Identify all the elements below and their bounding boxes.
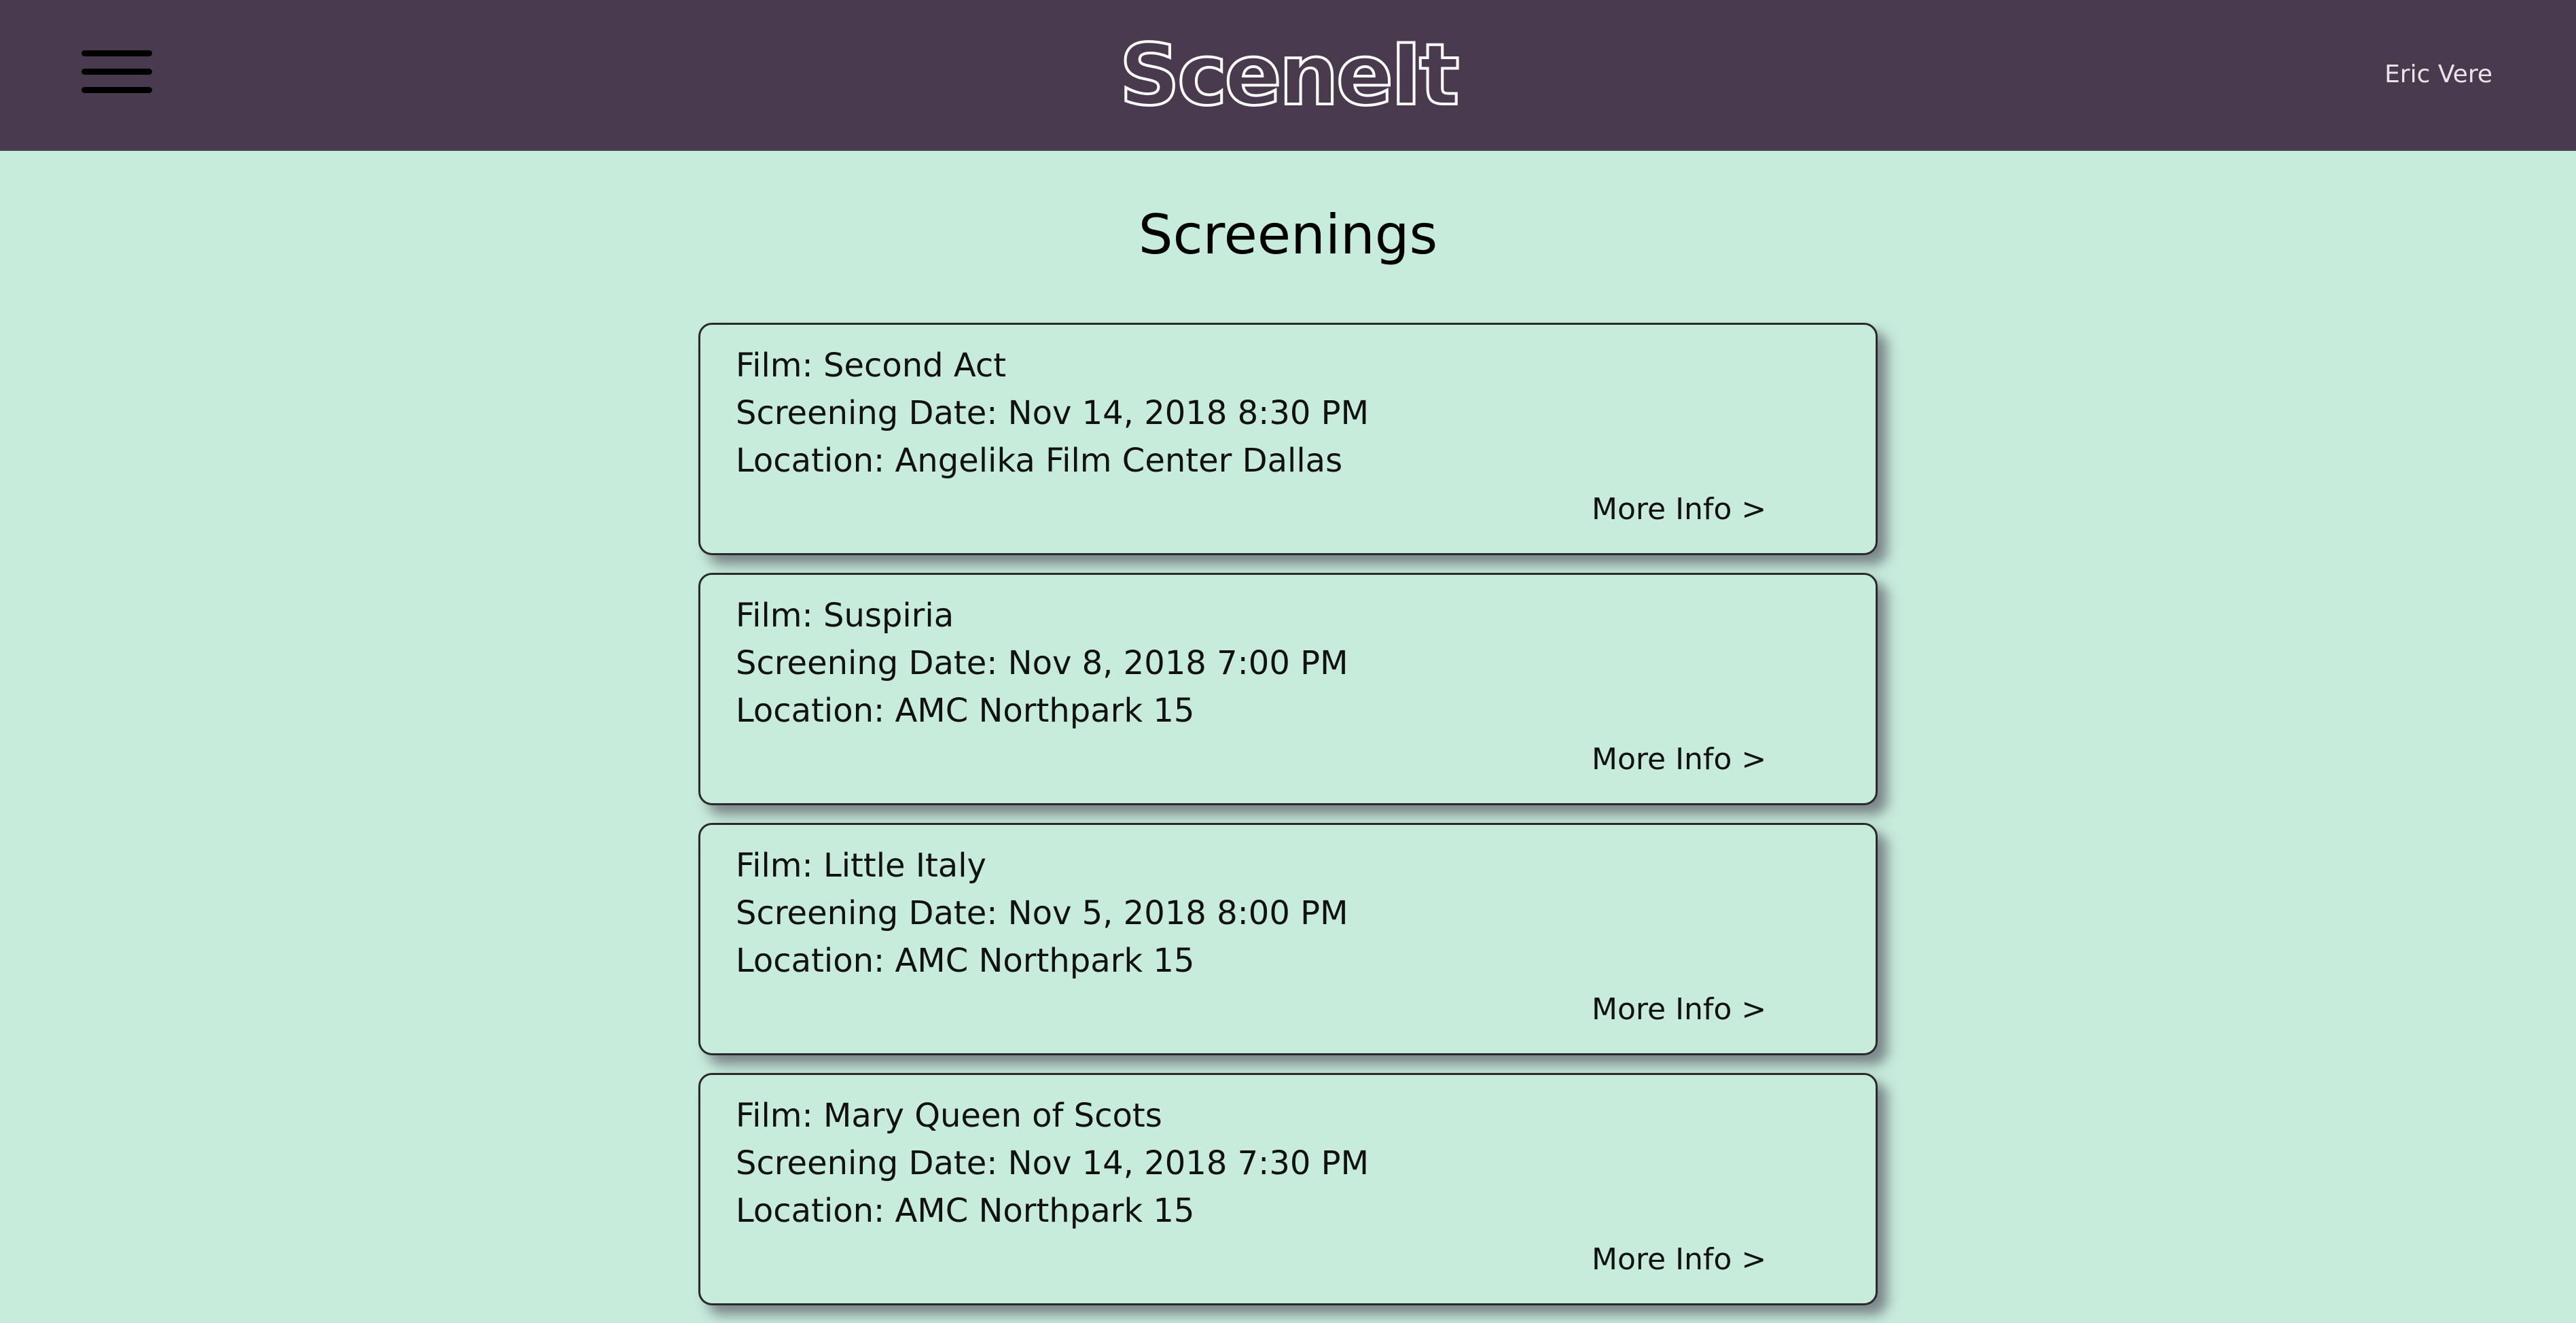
app-logo[interactable]: SceneIt [0,24,2576,126]
screening-date: Screening Date: Nov 14, 2018 7:30 PM [736,1144,1370,1182]
screening-location: Location: AMC Northpark 15 [736,1192,1195,1230]
screening-card[interactable]: Film: Little Italy Screening Date: Nov 5… [698,823,1878,1055]
user-name-link[interactable]: Eric Vere [2384,60,2492,90]
film-title: Film: Second Act [736,347,1007,385]
film-title: Film: Little Italy [736,847,986,885]
screening-card[interactable]: Film: Suspiria Screening Date: Nov 8, 20… [698,573,1878,805]
more-info-link[interactable]: More Info > [1592,491,1766,529]
screenings-list: Film: Second Act Screening Date: Nov 14,… [698,323,1878,1323]
screening-date: Screening Date: Nov 14, 2018 8:30 PM [736,394,1370,432]
screening-date: Screening Date: Nov 8, 2018 7:00 PM [736,644,1348,682]
screening-location: Location: Angelika Film Center Dallas [736,442,1343,480]
more-info-link[interactable]: More Info > [1592,741,1766,779]
film-title: Film: Mary Queen of Scots [736,1097,1162,1135]
film-title: Film: Suspiria [736,597,954,635]
screening-card[interactable]: Film: Mary Queen of Scots Screening Date… [698,1073,1878,1305]
screening-location: Location: AMC Northpark 15 [736,942,1195,980]
screening-card[interactable]: Film: Second Act Screening Date: Nov 14,… [698,323,1878,555]
more-info-link[interactable]: More Info > [1592,991,1766,1029]
page-title: Screenings [1138,203,1438,266]
screening-location: Location: AMC Northpark 15 [736,692,1195,730]
screening-date: Screening Date: Nov 5, 2018 8:00 PM [736,894,1348,932]
top-nav-bar: SceneIt Eric Vere [0,0,2576,151]
